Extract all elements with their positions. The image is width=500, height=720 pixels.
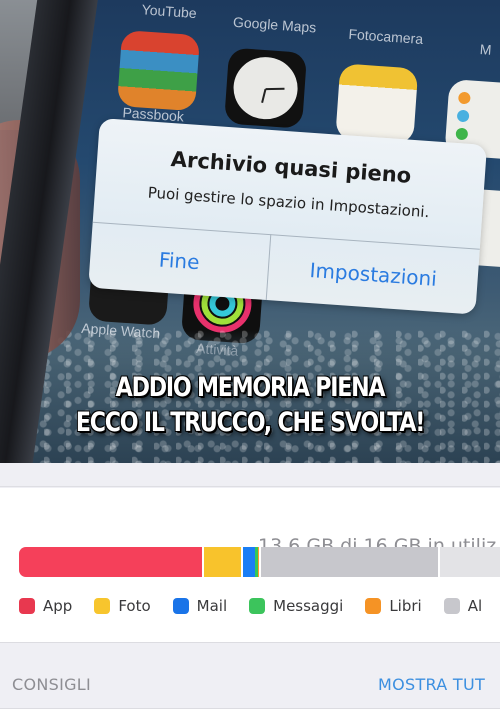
passbook-app-icon[interactable]: [116, 30, 201, 112]
clock-hour-hand: [261, 88, 267, 104]
clock-face-icon: [231, 54, 300, 122]
legend-label: Libri: [389, 597, 422, 615]
app-label-youtube: YouTube: [141, 1, 198, 22]
app-label-fotocamera: Fotocamera: [348, 25, 424, 47]
app-label-partial: M: [479, 41, 493, 58]
reminder-dot-icon: [456, 109, 470, 123]
recommendation-list-start: [0, 708, 500, 720]
storage-segment-foto: [204, 547, 244, 577]
legend-swatch-icon: [19, 598, 35, 614]
legend-item-al: Al: [443, 597, 483, 615]
legend-item-foto: Foto: [94, 597, 151, 615]
storage-segment-altro: [261, 547, 440, 577]
recommendations-title: CONSIGLI: [12, 675, 92, 694]
reminder-dot-icon: [455, 127, 469, 141]
legend-label: Messaggi: [273, 597, 344, 615]
legend-item-libri: Libri: [365, 597, 422, 615]
clock-minute-hand: [265, 87, 285, 91]
legend-item-messaggi: Messaggi: [249, 597, 343, 615]
legend-label: Foto: [118, 597, 151, 615]
legend-label: Mail: [196, 597, 228, 615]
legend-swatch-icon: [443, 598, 460, 614]
notes-app-icon[interactable]: [335, 63, 419, 145]
storage-usage-bar: [19, 547, 500, 577]
legend-swatch-icon: [365, 598, 382, 614]
legend-label: Al: [467, 597, 483, 615]
headline-line-2: ECCO IL TRUCCO, CHE SVOLTA!: [75, 407, 425, 438]
reminder-dot-icon: [457, 91, 471, 105]
storage-legend: App Foto Mail Messaggi Libri Al: [19, 597, 500, 615]
storage-segment-app: [19, 547, 205, 577]
app-label-google-maps: Google Maps: [232, 13, 317, 36]
legend-label: App: [43, 597, 73, 615]
storage-segment-mail: [243, 547, 255, 577]
show-all-button[interactable]: MOSTRA TUT: [378, 675, 485, 694]
clock-app-icon[interactable]: [224, 47, 308, 129]
section-gap: [0, 463, 500, 487]
legend-swatch-icon: [94, 598, 111, 614]
legend-item-mail: Mail: [172, 597, 228, 615]
legend-swatch-icon: [249, 598, 266, 614]
hero-photo: YouTube Google Maps Fotocamera M Passboo…: [0, 0, 500, 463]
headline-line-1: ADDIO MEMORIA PIENA: [115, 372, 386, 403]
storage-alert-dialog: Archivio quasi pieno Puoi gestire lo spa…: [88, 118, 488, 315]
legend-swatch-icon: [172, 598, 189, 614]
alert-done-button[interactable]: Fine: [88, 222, 270, 300]
headline: ADDIO MEMORIA PIENA ECCO IL TRUCCO, CHE …: [45, 370, 455, 440]
legend-item-app: App: [19, 597, 72, 615]
